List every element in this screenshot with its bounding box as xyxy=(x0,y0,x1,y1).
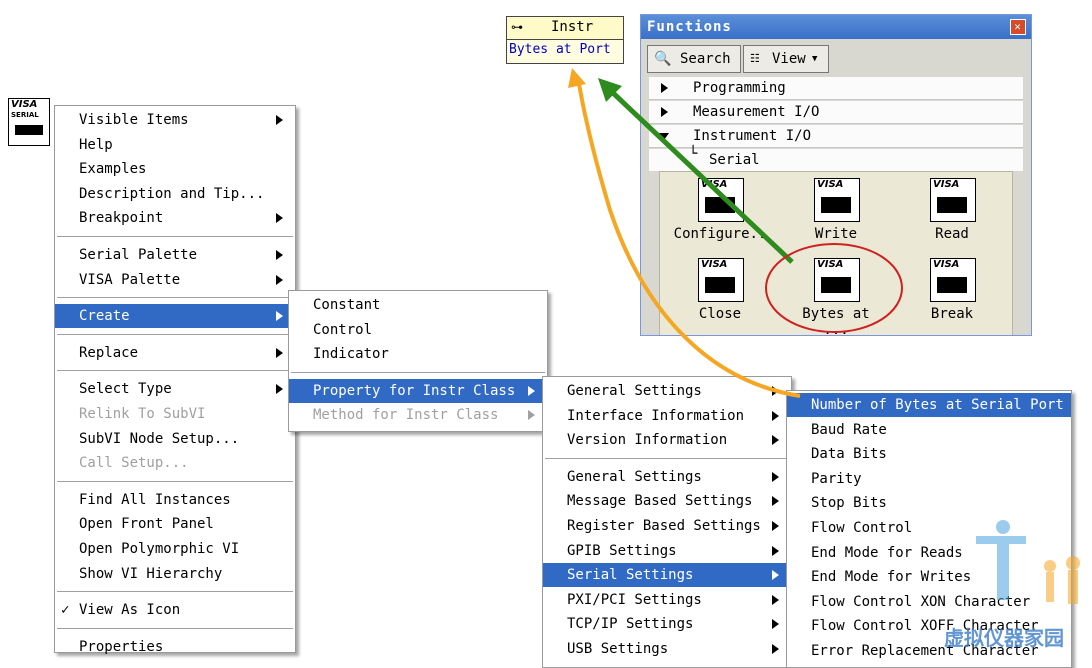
orange-arrowhead xyxy=(568,68,586,88)
highlight-circle xyxy=(765,243,903,333)
green-arrow xyxy=(610,90,794,264)
annotation-overlay xyxy=(568,68,903,398)
watermark-figures xyxy=(966,520,1092,620)
watermark-text: 虚拟仪器家园 xyxy=(944,626,1064,650)
